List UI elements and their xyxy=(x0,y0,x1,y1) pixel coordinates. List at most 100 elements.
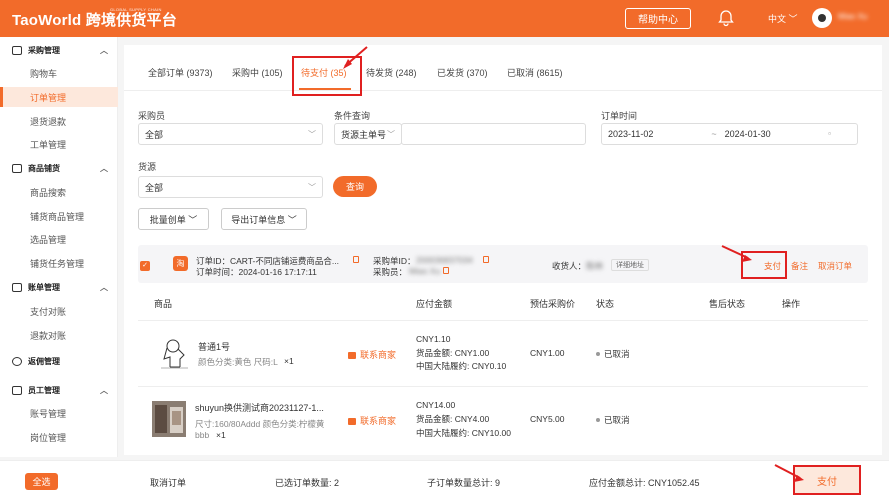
amount-total: CNY1.10 xyxy=(416,334,451,344)
tab-shipped[interactable]: 已发货 (370) xyxy=(437,66,488,79)
shipping-fee: 中国大陆履约: CNY10.00 xyxy=(416,428,511,438)
copy-icon[interactable] xyxy=(443,267,449,274)
col-header-action: 操作 xyxy=(782,299,801,309)
product-image[interactable] xyxy=(152,401,186,437)
total-amount: 应付金额总计: CNY1052.45 xyxy=(589,478,700,488)
order-tabs: 全部订单 (9373) 采购中 (105) 待支付 (35) 待发货 (248)… xyxy=(124,45,882,91)
highlight-box-pay xyxy=(741,251,787,279)
date-start: 2023-11-02 xyxy=(608,129,654,139)
purchase-id-value: 20003683703​4 xyxy=(416,255,473,265)
user-name[interactable]: Miao Xu xyxy=(838,12,867,21)
product-name[interactable]: shuyun换供测试商20231127-1... xyxy=(195,401,324,414)
batch-create-button[interactable]: 批量创单 ﹀ xyxy=(138,208,209,230)
goods-amount: 货品金额: CNY1.00 xyxy=(416,348,490,358)
sidebar-item-payment-recon[interactable]: 支付对账 xyxy=(0,301,118,321)
chevron-down-icon: ﹀ xyxy=(308,183,316,192)
sidebar-item-cart[interactable]: 购物车 xyxy=(0,63,118,83)
product-qty: ×1 xyxy=(216,430,226,440)
divider xyxy=(138,320,868,321)
sidebar-item-orders[interactable]: 订单管理 xyxy=(0,87,118,107)
chat-icon xyxy=(348,418,356,425)
coin-icon xyxy=(12,356,22,366)
tab-cancelled[interactable]: 已取消 (8615) xyxy=(507,66,563,79)
sidebar-section-commission[interactable]: 返佣管理 xyxy=(0,352,118,370)
product-spec: 颜色分类:黄色 尺码:L xyxy=(198,357,278,367)
batch-create-label: 批量创单 xyxy=(149,214,186,225)
help-center-button[interactable]: 帮助中心 xyxy=(625,8,691,29)
sidebar-section-products[interactable]: 商品铺货 ︿ xyxy=(0,159,118,177)
sidebar-section-staff[interactable]: 员工管理 ︿ xyxy=(0,381,118,399)
detail-address-tag[interactable]: 详细地址 xyxy=(611,259,649,271)
footer-bar: 全选 取消订单 已选订单数量: 2 子订单数量总计: 9 应付金额总计: CNY… xyxy=(0,460,889,500)
chevron-up-icon: ︿ xyxy=(100,283,108,292)
export-order-button[interactable]: 导出订单信息 ﹀ xyxy=(221,208,307,230)
sidebar-section-billing[interactable]: 账单管理 ︿ xyxy=(0,278,118,296)
copy-icon[interactable] xyxy=(483,256,489,263)
date-range-picker[interactable]: 2023-11-02 ~ 2024-01-30 ▫ xyxy=(601,123,858,145)
sidebar-section-purchase[interactable]: 采购管理 ︿ xyxy=(0,41,118,59)
order-checkbox[interactable]: ✓ xyxy=(140,261,150,271)
tab-purchasing[interactable]: 采购中 (105) xyxy=(232,66,283,79)
query-button[interactable]: 查询 xyxy=(333,176,377,197)
copy-icon[interactable] xyxy=(353,256,359,263)
pay-button[interactable]: 支付 xyxy=(793,465,861,495)
condition-type-select[interactable]: 货源主单号 ﹀ xyxy=(334,123,402,145)
source-select[interactable]: 全部 ﹀ xyxy=(138,176,323,198)
source-label: 货源 xyxy=(138,162,157,172)
export-order-label: 导出订单信息 xyxy=(231,214,286,225)
sidebar-item-selection[interactable]: 选品管理 xyxy=(0,229,118,249)
contact-seller-label: 联系商家 xyxy=(360,350,397,360)
sidebar-item-listed-products[interactable]: 铺货商品管理 xyxy=(0,206,118,226)
chevron-up-icon: ︿ xyxy=(100,164,108,173)
condition-input[interactable] xyxy=(401,123,586,145)
goods-amount: 货品金额: CNY4.00 xyxy=(416,414,490,424)
contact-seller-link[interactable]: 联系商家 xyxy=(348,414,396,427)
bill-icon xyxy=(12,282,22,292)
contact-seller-link[interactable]: 联系商家 xyxy=(348,348,396,361)
sidebar-item-listing-tasks[interactable]: 铺货任务管理 xyxy=(0,253,118,273)
sidebar-item-refund-recon[interactable]: 退款对账 xyxy=(0,325,118,345)
sidebar-item-tickets[interactable]: 工单管理 xyxy=(0,134,118,154)
col-header-status: 状态 xyxy=(596,299,615,309)
avatar[interactable] xyxy=(812,8,832,28)
cancel-orders-link[interactable]: 取消订单 xyxy=(150,476,186,489)
buyer-label: 采购员 xyxy=(138,111,166,121)
sub-order-total: 子订单数量总计: 9 xyxy=(427,478,501,488)
receiver-value: 陈林 xyxy=(586,261,604,271)
sidebar-item-accounts[interactable]: 账号管理 xyxy=(0,403,118,423)
sidebar-item-product-search[interactable]: 商品搜索 xyxy=(0,182,118,202)
status-text: 已取消 xyxy=(604,415,630,425)
chevron-up-icon: ︿ xyxy=(100,386,108,395)
col-header-est-price: 预估采购价 xyxy=(530,299,576,309)
chevron-up-icon: ︿ xyxy=(100,46,108,55)
tab-all-orders[interactable]: 全部订单 (9373) xyxy=(148,66,213,79)
tab-pending-shipment[interactable]: 待发货 (248) xyxy=(366,66,417,79)
sidebar-item-returns[interactable]: 退货退款 xyxy=(0,111,118,131)
date-end: 2024-01-30 xyxy=(724,129,771,139)
amount-total: CNY14.00 xyxy=(416,400,456,410)
language-selector[interactable]: 中文 ﹀ xyxy=(768,12,798,25)
status-dot xyxy=(596,352,600,356)
product-spec: 尺寸:160/80Addd 颜色分类:柠檬黄 xyxy=(195,419,325,429)
condition-label: 条件查询 xyxy=(334,111,371,121)
sidebar: 采购管理 ︿ 购物车 订单管理 退货退款 工单管理 商品铺货 ︿ 商品搜索 铺货商品… xyxy=(0,37,118,457)
sidebar-item-roles[interactable]: 岗位管理 xyxy=(0,427,118,447)
product-image[interactable] xyxy=(158,335,192,371)
chevron-down-icon: ﹀ xyxy=(188,214,198,225)
brand-logo[interactable]: TaoWorld 跨境供货平台 xyxy=(12,9,177,30)
remark-link[interactable]: 备注 xyxy=(791,260,808,272)
status-badge: 已取消 xyxy=(596,348,630,360)
language-label: 中文 xyxy=(768,14,787,24)
status-dot xyxy=(596,418,600,422)
bell-icon[interactable] xyxy=(717,9,735,27)
cancel-order-link[interactable]: 取消订单 xyxy=(818,260,852,272)
product-name[interactable]: 普通1号 xyxy=(198,340,230,353)
buyer-select[interactable]: 全部 ﹀ xyxy=(138,123,323,145)
order-time: 订单时间：2024-01-16 17:17:11 xyxy=(196,267,317,277)
contact-seller-label: 联系商家 xyxy=(360,416,397,426)
store-icon xyxy=(12,163,22,173)
select-all-button[interactable]: 全选 xyxy=(25,473,58,490)
est-price: CNY1.00 xyxy=(530,348,565,358)
chevron-down-icon: ﹀ xyxy=(287,214,297,225)
col-header-product: 商品 xyxy=(154,299,173,309)
